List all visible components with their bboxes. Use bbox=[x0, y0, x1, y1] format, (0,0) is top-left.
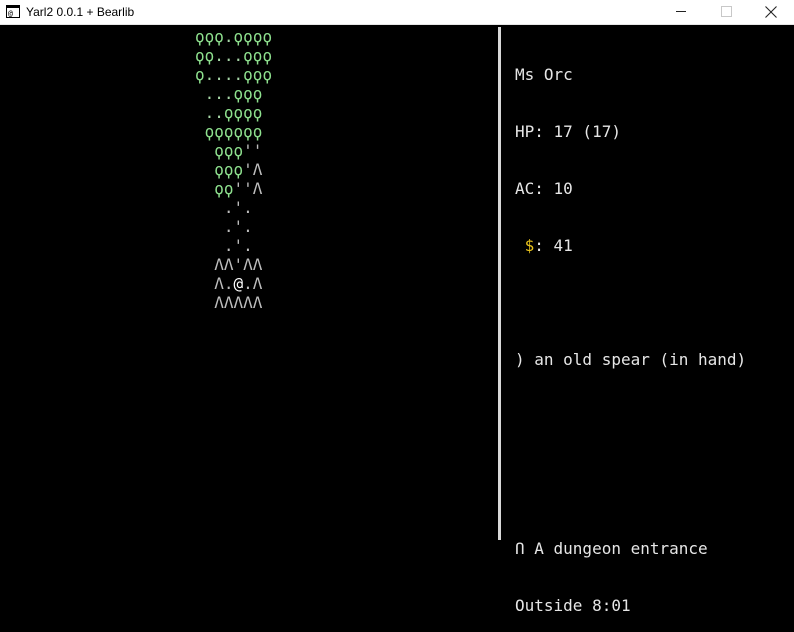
grass-tiles: .... bbox=[204, 65, 244, 84]
map-row: ΛΛΛΛΛ bbox=[195, 293, 272, 312]
map-row: ϙϙϙ'Λ bbox=[195, 160, 272, 179]
map-row: .'. bbox=[195, 236, 272, 255]
tree-tiles: ϙϙ bbox=[195, 46, 215, 65]
map-row: ϙ....ϙϙϙ bbox=[195, 65, 272, 84]
map-row: ..ϙϙϙϙ bbox=[195, 103, 272, 122]
maximize-icon bbox=[721, 6, 732, 17]
grass-tiles: . bbox=[223, 27, 234, 46]
map-row: .'. bbox=[195, 217, 272, 236]
map-row: ...ϙϙϙ bbox=[195, 84, 272, 103]
terrain-tiles: 'Λ bbox=[243, 160, 263, 179]
location-panel: Ո A dungeon entrance Outside 8:01 bbox=[515, 501, 708, 632]
player-character: @ bbox=[233, 274, 244, 293]
world-map: ϙϙϙ.ϙϙϙϙ ϙϙ...ϙϙϙ ϙ....ϙϙϙ ...ϙϙϙ ..ϙϙϙϙ ϙ… bbox=[195, 27, 272, 312]
svg-text:@: @ bbox=[8, 9, 13, 18]
maximize-button[interactable] bbox=[703, 0, 749, 24]
close-icon bbox=[765, 6, 777, 18]
minimize-icon bbox=[676, 11, 686, 12]
terrain-tiles: '' bbox=[243, 141, 263, 160]
grass-tiles: .. bbox=[195, 103, 224, 122]
grass-tiles: ... bbox=[195, 84, 234, 103]
terrain-tiles: ΛΛ'ΛΛ bbox=[195, 255, 263, 274]
tree-tiles: ϙ bbox=[195, 65, 205, 84]
terrain-tiles: .'. bbox=[195, 217, 253, 236]
terrain-tiles: ΛΛΛΛΛ bbox=[195, 293, 263, 312]
map-row: Λ.@.Λ bbox=[195, 274, 272, 293]
equipped-weapon: ) an old spear (in hand) bbox=[515, 350, 747, 369]
tree-tiles: ϙϙϙ bbox=[243, 65, 273, 84]
gold-amount: : 41 bbox=[534, 236, 573, 255]
tree-tiles: ϙϙϙ bbox=[243, 46, 273, 65]
map-row: ΛΛ'ΛΛ bbox=[195, 255, 272, 274]
gold-symbol: $ bbox=[524, 236, 535, 255]
minimize-button[interactable] bbox=[658, 0, 704, 24]
terminal-app-icon: @ bbox=[6, 5, 20, 18]
close-button[interactable] bbox=[748, 0, 794, 24]
game-window: @ Yarl2 0.0.1 + Bearlib ϙϙϙ.ϙϙϙϙ ϙϙ...ϙϙϙ… bbox=[0, 0, 794, 632]
map-row: ϙϙϙ'' bbox=[195, 141, 272, 160]
grass-tiles: ... bbox=[214, 46, 244, 65]
location-area-time: Outside 8:01 bbox=[515, 596, 631, 615]
terrain-tiles: Λ. bbox=[195, 274, 234, 293]
tree-tiles: ϙϙϙϙ bbox=[223, 103, 263, 122]
sidebar-divider bbox=[498, 27, 501, 540]
terrain-tiles: .Λ bbox=[243, 274, 263, 293]
gold-readout: $: 41 bbox=[515, 236, 746, 255]
terrain-tiles: .'. bbox=[195, 198, 253, 217]
map-row: ϙϙ...ϙϙϙ bbox=[195, 46, 272, 65]
ac-readout: AC: 10 bbox=[515, 179, 573, 198]
tree-tiles: ϙϙϙ bbox=[195, 141, 244, 160]
character-name: Ms Orc bbox=[515, 65, 573, 84]
tree-tiles: ϙϙϙ bbox=[195, 27, 224, 46]
hp-readout: HP: 17 (17) bbox=[515, 122, 621, 141]
terrain-tiles: ''Λ bbox=[233, 179, 263, 198]
map-row: .'. bbox=[195, 198, 272, 217]
status-panel: Ms Orc HP: 17 (17) AC: 10 $: 41 ) an old… bbox=[515, 27, 746, 407]
map-row: ϙϙ''Λ bbox=[195, 179, 272, 198]
map-row: ϙϙϙϙϙϙ bbox=[195, 122, 272, 141]
game-terminal[interactable]: ϙϙϙ.ϙϙϙϙ ϙϙ...ϙϙϙ ϙ....ϙϙϙ ...ϙϙϙ ..ϙϙϙϙ ϙ… bbox=[0, 26, 794, 632]
window-title: Yarl2 0.0.1 + Bearlib bbox=[26, 5, 135, 19]
tree-tiles: ϙϙϙϙϙϙ bbox=[195, 122, 263, 141]
tree-tiles: ϙϙ bbox=[195, 179, 234, 198]
tree-tiles: ϙϙϙϙ bbox=[233, 27, 273, 46]
title-bar[interactable]: @ Yarl2 0.0.1 + Bearlib bbox=[0, 0, 794, 25]
location-feature: Ո A dungeon entrance bbox=[515, 539, 708, 558]
map-row: ϙϙϙ.ϙϙϙϙ bbox=[195, 27, 272, 46]
terrain-tiles: .'. bbox=[195, 236, 253, 255]
tree-tiles: ϙϙϙ bbox=[195, 160, 244, 179]
tree-tiles: ϙϙϙ bbox=[233, 84, 263, 103]
